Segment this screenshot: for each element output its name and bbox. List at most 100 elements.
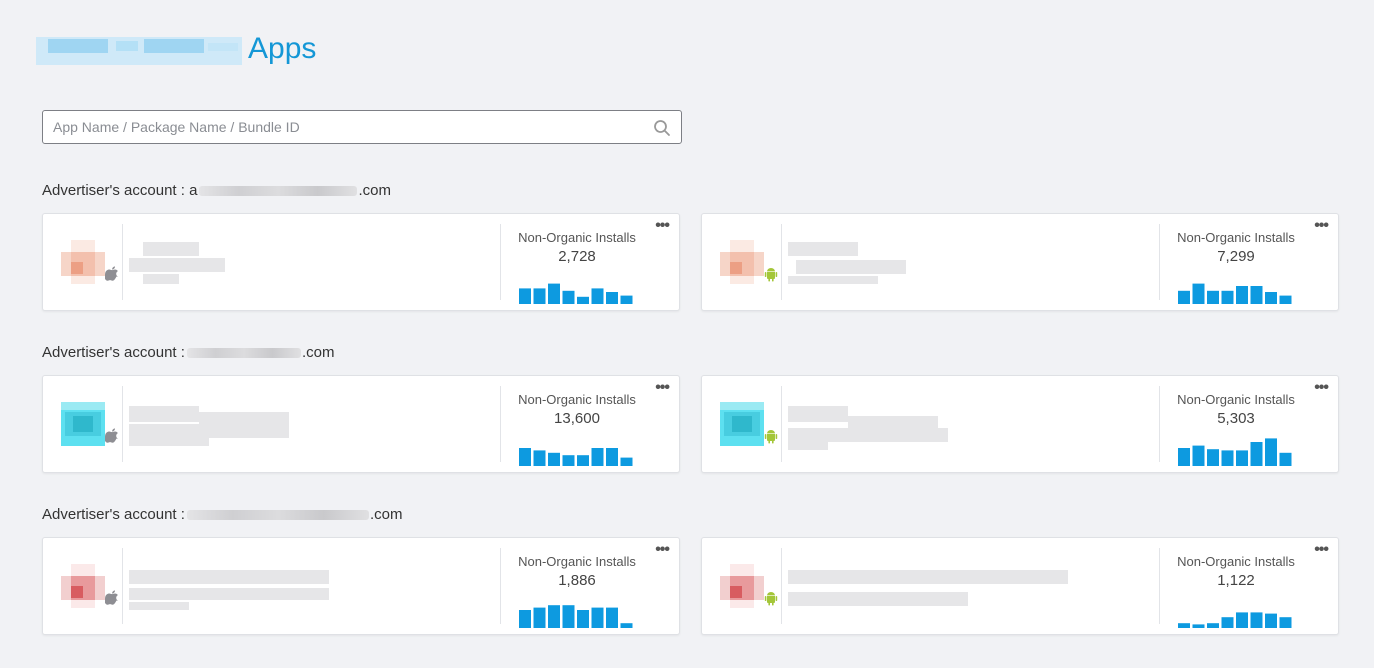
sparkline-bar	[1236, 450, 1248, 466]
installs-sparkline	[519, 283, 633, 304]
sparkline-bar	[1221, 617, 1234, 628]
metric-label: Non-Organic Installs	[518, 392, 636, 407]
divider	[1159, 224, 1160, 300]
app-icon	[720, 564, 764, 608]
sparkline-bar	[577, 455, 589, 466]
android-icon	[764, 592, 778, 606]
sparkline-bar	[1192, 445, 1205, 466]
divider	[781, 386, 782, 462]
app-icon-area	[720, 564, 778, 612]
metric-label: Non-Organic Installs	[518, 554, 636, 569]
search-input[interactable]	[43, 111, 643, 143]
divider	[500, 224, 501, 300]
metric-label: Non-Organic Installs	[1177, 554, 1295, 569]
app-name-redacted[interactable]	[788, 402, 988, 452]
sparkline-bar	[591, 288, 604, 304]
metric-value: 2,728	[558, 248, 596, 265]
sparkline-bar	[1178, 290, 1190, 304]
sparkline-bar	[1279, 617, 1292, 628]
sparkline-bar	[1178, 623, 1190, 628]
divider	[122, 386, 123, 462]
app-icon	[720, 402, 764, 446]
sparkline-bar	[1236, 612, 1248, 628]
sparkline-bar	[1192, 283, 1205, 304]
app-icon-area	[61, 240, 119, 288]
sparkline-bar	[591, 448, 604, 466]
sparkline-bar	[533, 607, 546, 628]
app-card[interactable]: Non-Organic Installs 5,303 •••	[701, 375, 1339, 473]
account-label: Advertiser's account : a .com	[42, 182, 391, 199]
app-name-redacted[interactable]	[129, 240, 329, 290]
app-name-redacted[interactable]	[788, 240, 988, 290]
app-card[interactable]: Non-Organic Installs 7,299 •••	[701, 213, 1339, 311]
page-header: Apps	[36, 26, 316, 72]
sparkline-bar	[577, 296, 589, 304]
sparkline-bar	[1250, 286, 1263, 304]
sparkline-bar	[1178, 448, 1190, 466]
account-label-prefix: Advertiser's account :	[42, 506, 185, 523]
more-options-icon[interactable]: •••	[655, 542, 670, 558]
account-email-redacted	[186, 347, 301, 358]
sparkline-bar	[1250, 442, 1263, 466]
sparkline-bar	[1265, 438, 1277, 466]
sparkline-bar	[1207, 290, 1219, 304]
app-card[interactable]: Non-Organic Installs 1,886 •••	[42, 537, 680, 635]
account-label-suffix: .com	[301, 344, 335, 361]
metric-value: 13,600	[554, 410, 600, 427]
sparkline-bar	[562, 605, 575, 628]
sparkline-bar	[533, 288, 546, 304]
account-email-redacted	[186, 509, 369, 520]
sparkline-bar	[519, 448, 531, 466]
more-options-icon[interactable]: •••	[1314, 542, 1329, 558]
installs-sparkline	[519, 448, 633, 466]
app-icon	[61, 564, 105, 608]
apple-icon	[105, 590, 119, 605]
divider	[781, 224, 782, 300]
more-options-icon[interactable]: •••	[1314, 218, 1329, 234]
sparkline-bar	[548, 283, 560, 304]
sparkline-bar	[519, 610, 531, 628]
sparkline-bar	[533, 450, 546, 466]
sparkline-bar	[1221, 450, 1234, 466]
more-options-icon[interactable]: •••	[655, 380, 670, 396]
sparkline-bar	[606, 448, 618, 466]
sparkline-bar	[1279, 452, 1292, 466]
account-label-prefix: Advertiser's account : a	[42, 182, 198, 199]
app-name-redacted[interactable]	[129, 564, 329, 614]
metric-label: Non-Organic Installs	[1177, 230, 1295, 245]
page-title: Apps	[248, 32, 317, 65]
app-card[interactable]: Non-Organic Installs 1,122 •••	[701, 537, 1339, 635]
account-label: Advertiser's account : .com	[42, 506, 402, 523]
android-icon	[764, 430, 778, 444]
sparkline-bar	[577, 610, 589, 628]
account-label-suffix: .com	[358, 182, 391, 199]
android-icon	[764, 268, 778, 282]
installs-sparkline	[1178, 438, 1292, 466]
app-name-redacted[interactable]	[788, 564, 1068, 614]
app-card[interactable]: Non-Organic Installs 13,600 •••	[42, 375, 680, 473]
more-options-icon[interactable]: •••	[1314, 380, 1329, 396]
sparkline-bar	[620, 295, 633, 304]
sparkline-bar	[548, 605, 560, 628]
app-icon-area	[720, 240, 778, 288]
sparkline-bar	[519, 288, 531, 304]
metric-value: 5,303	[1217, 410, 1255, 427]
sparkline-bar	[620, 623, 633, 628]
account-email-redacted	[199, 185, 358, 196]
sparkline-bar	[1207, 449, 1219, 466]
sparkline-bar	[1207, 623, 1219, 628]
installs-sparkline	[1178, 283, 1292, 304]
sparkline-bar	[620, 457, 633, 466]
account-label: Advertiser's account : .com	[42, 344, 334, 361]
search-box[interactable]	[42, 110, 682, 144]
divider	[500, 548, 501, 624]
more-options-icon[interactable]: •••	[655, 218, 670, 234]
installs-sparkline	[1178, 612, 1292, 628]
sparkline-bar	[562, 455, 575, 466]
app-card[interactable]: Non-Organic Installs 2,728 •••	[42, 213, 680, 311]
sparkline-bar	[1279, 295, 1292, 304]
app-icon	[61, 240, 105, 284]
sparkline-bar	[562, 290, 575, 304]
search-icon[interactable]	[653, 119, 671, 137]
app-name-redacted[interactable]	[129, 402, 329, 452]
